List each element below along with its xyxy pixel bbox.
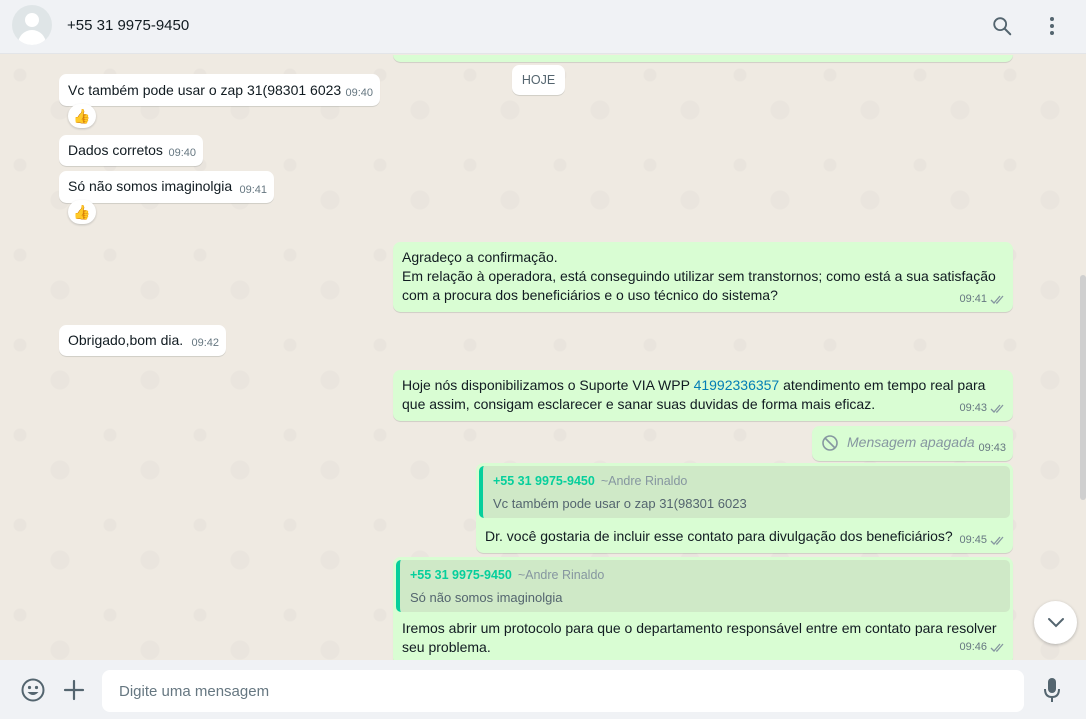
message-time-label: 09:46 bbox=[959, 641, 987, 653]
message-bubble-outgoing[interactable]: +55 31 9975-9450 ~Andre Rinaldo Só não so… bbox=[393, 557, 1013, 660]
reaction-thumbs-up[interactable]: 👍 bbox=[68, 104, 96, 128]
message-time: 09:42 bbox=[191, 337, 219, 349]
microphone-icon[interactable] bbox=[1039, 677, 1065, 703]
message-bubble-outgoing[interactable]: +55 31 9975-9450 ~Andre Rinaldo Vc também… bbox=[476, 463, 1013, 553]
quote-author-alias: ~Andre Rinaldo bbox=[517, 568, 605, 582]
message-bubble-incoming[interactable]: Vc também pode usar o zap 31(98301 6023 … bbox=[59, 74, 380, 106]
quote-author-phone: +55 31 9975-9450 bbox=[410, 568, 512, 582]
message-bubble-partial[interactable] bbox=[393, 55, 1013, 62]
message-time-label: 09:41 bbox=[959, 293, 987, 305]
chat-scrollbar[interactable] bbox=[1080, 275, 1086, 500]
message-time-label: 09:43 bbox=[959, 402, 987, 414]
avatar-icon[interactable] bbox=[12, 5, 52, 45]
message-input[interactable] bbox=[102, 670, 1024, 712]
message-text-part: Hoje nós disponibilizamos o Suporte VIA … bbox=[402, 377, 694, 393]
attach-plus-icon[interactable] bbox=[61, 677, 87, 703]
message-time: 09:40 bbox=[345, 87, 373, 99]
date-chip: HOJE bbox=[512, 65, 565, 95]
message-text: Dr. você gostaria de incluir esse contat… bbox=[485, 528, 953, 544]
reaction-thumbs-up[interactable]: 👍 bbox=[68, 200, 96, 224]
message-text: Iremos abrir um protocolo para que o dep… bbox=[402, 620, 997, 655]
message-time: 09:41 bbox=[959, 290, 1006, 309]
quoted-message[interactable]: +55 31 9975-9450 ~Andre Rinaldo Vc também… bbox=[479, 466, 1010, 518]
read-ticks-icon bbox=[990, 404, 1004, 413]
quote-author: +55 31 9975-9450 ~Andre Rinaldo bbox=[493, 472, 687, 491]
emoji-icon[interactable] bbox=[20, 677, 46, 703]
search-icon[interactable] bbox=[988, 12, 1016, 40]
message-time: 09:41 bbox=[239, 184, 267, 196]
message-text: Só não somos imaginolgia bbox=[68, 178, 233, 194]
message-time: 09:45 bbox=[959, 531, 1006, 550]
message-list[interactable]: HOJE Vc também pode usar o zap 31(98301 … bbox=[0, 55, 1086, 660]
message-text: Vc também pode usar o zap 31(98301 6023 bbox=[68, 82, 342, 98]
message-time-label: 09:45 bbox=[959, 534, 987, 546]
scroll-to-bottom-button[interactable] bbox=[1034, 601, 1077, 644]
message-time: 09:40 bbox=[168, 147, 196, 159]
message-text: Dados corretos bbox=[68, 142, 163, 158]
chat-header: +55 31 9975-9450 bbox=[0, 0, 1086, 54]
read-ticks-icon bbox=[990, 295, 1004, 304]
message-bubble-incoming[interactable]: Obrigado,bom dia. 09:42 bbox=[59, 325, 226, 356]
deleted-text: Mensagem apagada bbox=[847, 434, 975, 450]
message-bubble-outgoing[interactable]: Hoje nós disponibilizamos o Suporte VIA … bbox=[393, 370, 1013, 421]
quote-text: Só não somos imaginolgia bbox=[410, 590, 563, 605]
read-ticks-icon bbox=[990, 643, 1004, 652]
message-bubble-deleted[interactable]: Mensagem apagada 09:43 bbox=[812, 426, 1013, 461]
message-bubble-outgoing[interactable]: Agradeço a confirmação. Em relação à ope… bbox=[393, 242, 1013, 312]
message-text: Hoje nós disponibilizamos o Suporte VIA … bbox=[402, 376, 985, 414]
quote-author-alias: ~Andre Rinaldo bbox=[600, 474, 688, 488]
message-time: 09:43 bbox=[978, 442, 1006, 454]
quote-text: Vc também pode usar o zap 31(98301 6023 bbox=[493, 496, 747, 511]
quoted-message[interactable]: +55 31 9975-9450 ~Andre Rinaldo Só não so… bbox=[396, 560, 1010, 612]
chevron-down-icon bbox=[1047, 617, 1064, 627]
contact-name[interactable]: +55 31 9975-9450 bbox=[67, 17, 189, 34]
deleted-icon bbox=[822, 434, 838, 451]
read-ticks-icon bbox=[990, 536, 1004, 545]
message-time: 09:43 bbox=[959, 399, 1006, 418]
message-text: Agradeço a confirmação. Em relação à ope… bbox=[402, 249, 996, 303]
message-time: 09:46 bbox=[959, 638, 1006, 657]
composer bbox=[0, 660, 1086, 719]
message-bubble-incoming[interactable]: Dados corretos 09:40 bbox=[59, 135, 203, 166]
deleted-message: Mensagem apagada bbox=[821, 433, 975, 452]
quote-author: +55 31 9975-9450 ~Andre Rinaldo bbox=[410, 566, 604, 585]
message-bubble-incoming[interactable]: Só não somos imaginolgia 09:41 bbox=[59, 171, 274, 203]
message-text: Obrigado,bom dia. bbox=[68, 332, 184, 348]
quote-author-phone: +55 31 9975-9450 bbox=[493, 474, 595, 488]
phone-link[interactable]: 41992336357 bbox=[694, 377, 780, 393]
menu-icon[interactable] bbox=[1038, 12, 1066, 40]
